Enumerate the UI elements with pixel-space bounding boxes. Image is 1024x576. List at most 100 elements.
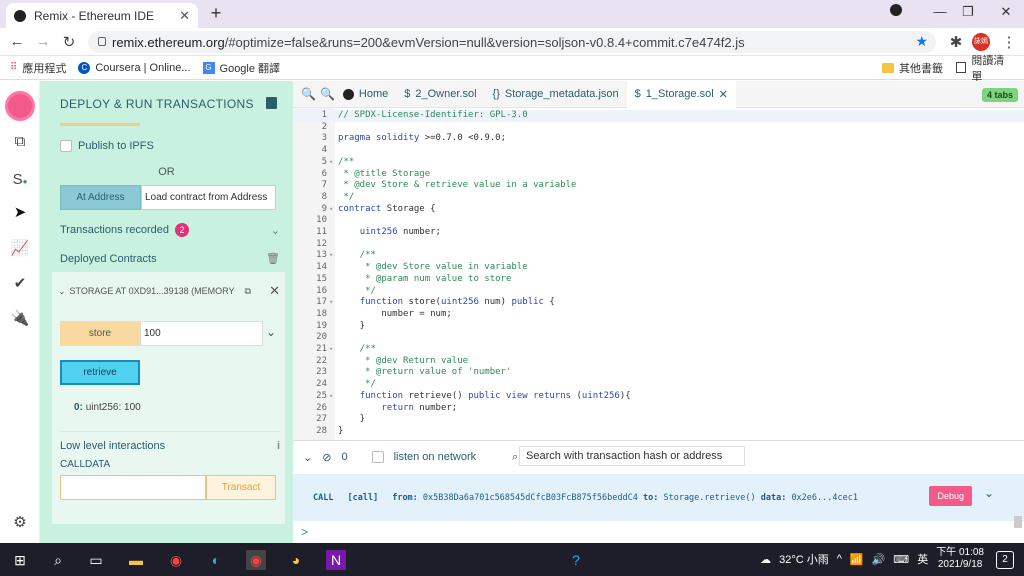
fold-toggle-icon[interactable]: ▾	[329, 344, 337, 356]
fold-toggle-icon[interactable]: ▾	[329, 297, 337, 309]
code-line[interactable]: 15 * @param num value to store	[293, 274, 1024, 286]
input-language[interactable]: 英	[917, 551, 928, 567]
reload-button[interactable]: ↻	[60, 33, 78, 51]
bookmark-google-translate[interactable]: G Google 翻譯	[202, 60, 280, 76]
minimize-window-icon[interactable]: —	[930, 4, 950, 19]
transactions-recorded-section[interactable]: Transactions recorded 2 ⌄	[60, 223, 280, 237]
chevron-down-icon[interactable]: ⌄	[266, 325, 276, 339]
tabs-count-dropdown[interactable]: 4 tabs	[981, 88, 1018, 102]
terminal-log-entry[interactable]: CALL [call] from: 0x5B38Da6a701c568545dC…	[293, 474, 1024, 521]
at-address-button[interactable]: At Address	[60, 185, 141, 210]
windows-start-icon[interactable]: ⊞	[10, 550, 30, 570]
task-view-icon[interactable]: ▭	[86, 550, 106, 570]
code-line[interactable]: 21 ▾ /**	[293, 344, 1024, 356]
documentation-icon[interactable]	[266, 97, 277, 109]
chevron-down-icon[interactable]: ⌄	[271, 224, 280, 237]
store-input[interactable]: 100	[140, 321, 263, 346]
editor-tab-metadata[interactable]: {} Storage_metadata.json	[485, 81, 627, 108]
file-explorer-taskbar-icon[interactable]: ▬	[126, 550, 146, 570]
zoom-out-icon[interactable]: 🔍	[301, 87, 316, 101]
contract-header[interactable]: ⌄ STORAGE AT 0XD91...39138 (MEMORY ⧉ ✕	[58, 283, 280, 299]
app-taskbar-icon[interactable]: ◕	[286, 550, 306, 570]
code-line[interactable]: 22 * @dev Return value	[293, 356, 1024, 368]
notifications-icon[interactable]: 2	[996, 551, 1014, 569]
solidity-compiler-icon[interactable]: S●	[10, 171, 30, 191]
code-line[interactable]: 18 number = num;	[293, 309, 1024, 321]
bookmark-other[interactable]: 其他書籤	[882, 60, 943, 76]
code-line[interactable]: 26 return number;	[293, 403, 1024, 415]
retrieve-button[interactable]: retrieve	[60, 360, 140, 385]
close-window-icon[interactable]: ✕	[996, 4, 1016, 20]
editor-tab-storage[interactable]: $ 1_Storage.sol ✕	[626, 80, 736, 108]
close-icon[interactable]: ✕	[269, 283, 280, 299]
code-editor[interactable]: 1 // SPDX-License-Identifier: GPL-3.0 2 3 pr…	[293, 108, 1024, 440]
testing-icon[interactable]: ✔	[10, 274, 30, 294]
editor-tab-home[interactable]: Home	[335, 81, 396, 108]
code-line[interactable]: 6 * @title Storage	[293, 169, 1024, 181]
transact-button[interactable]: Transact	[206, 475, 276, 500]
deploy-run-icon[interactable]: ➤	[10, 203, 30, 223]
zoom-in-icon[interactable]: 🔍	[320, 87, 335, 101]
forward-button[interactable]: →	[34, 33, 52, 50]
code-line[interactable]: 9 ▾ contract Storage {	[293, 204, 1024, 216]
browser-menu-icon[interactable]: ⋮	[1000, 33, 1018, 51]
keyboard-icon[interactable]: ⌨	[893, 553, 909, 566]
browser-tab[interactable]: Remix - Ethereum IDE ✕	[6, 3, 198, 28]
chevron-down-icon[interactable]: ⌄	[58, 286, 66, 297]
restore-window-icon[interactable]: ❐	[958, 4, 978, 20]
code-line[interactable]: 10	[293, 215, 1024, 227]
load-contract-input[interactable]: Load contract from Address	[141, 185, 276, 210]
help-taskbar-icon[interactable]: ?	[566, 550, 586, 570]
trash-icon[interactable]: 🗑	[266, 252, 280, 265]
code-line[interactable]: 16 */	[293, 286, 1024, 298]
chevron-down-icon[interactable]: ⌄	[984, 486, 994, 500]
clear-console-icon[interactable]: ⊘	[322, 451, 331, 464]
remix-logo-icon[interactable]	[5, 91, 35, 121]
code-line[interactable]: 5 ▾/**	[293, 157, 1024, 169]
url-bar[interactable]: remix.ethereum.org/#optimize=false&runs=…	[88, 31, 936, 53]
info-icon[interactable]: i	[277, 440, 280, 452]
code-line[interactable]: 20	[293, 332, 1024, 344]
fold-toggle-icon[interactable]: ▾	[329, 250, 337, 262]
fold-toggle-icon[interactable]: ▾	[329, 157, 337, 169]
bookmark-reading-list[interactable]: 閱讀清單	[956, 52, 1012, 84]
code-line[interactable]: 25 ▾ function retrieve() public view retu…	[293, 391, 1024, 403]
profile-menu-icon[interactable]	[886, 4, 906, 19]
bookmark-star-icon[interactable]: ★	[915, 33, 928, 50]
plugin-manager-icon[interactable]: 🔌	[10, 309, 30, 329]
chrome-active-taskbar-icon[interactable]: ◉	[246, 550, 266, 570]
terminal-search-input[interactable]: Search with transaction hash or address	[519, 446, 745, 466]
code-line[interactable]: 12	[293, 239, 1024, 251]
search-icon[interactable]: ⌕	[48, 550, 68, 570]
code-line[interactable]: 1 // SPDX-License-Identifier: GPL-3.0	[293, 110, 1024, 122]
code-line[interactable]: 4	[293, 145, 1024, 157]
copy-icon[interactable]: ⧉	[244, 286, 250, 297]
store-button[interactable]: store	[60, 321, 140, 346]
back-button[interactable]: ←	[8, 33, 26, 50]
fold-toggle-icon[interactable]: ▾	[329, 391, 337, 403]
extensions-icon[interactable]: ✱	[947, 33, 965, 51]
code-line[interactable]: 3 pragma solidity >=0.7.0 <0.9.0;	[293, 133, 1024, 145]
toggle-terminal-icon[interactable]: ⌄	[303, 451, 312, 464]
code-line[interactable]: 8 */	[293, 192, 1024, 204]
weather-text[interactable]: 32°C 小雨	[779, 551, 829, 567]
listen-network-checkbox[interactable]	[371, 451, 384, 463]
clock[interactable]: 下午 01:08 2021/9/18	[936, 547, 984, 571]
code-line[interactable]: 28}	[293, 426, 1024, 438]
chrome-taskbar-icon[interactable]: ◉	[166, 550, 186, 570]
file-explorer-icon[interactable]: ⧉	[10, 133, 30, 153]
fold-toggle-icon[interactable]: ▾	[329, 204, 337, 216]
settings-gear-icon[interactable]: ⚙	[10, 513, 30, 533]
profile-avatar[interactable]: 詠嫣	[972, 33, 990, 51]
code-line[interactable]: 27 }	[293, 414, 1024, 426]
publish-ipfs-option[interactable]: Publish to IPFS	[60, 140, 154, 152]
tray-overflow-icon[interactable]: ^	[837, 553, 842, 565]
code-line[interactable]: 19 }	[293, 321, 1024, 333]
volume-icon[interactable]: 🔊	[872, 553, 886, 566]
analysis-icon[interactable]: 📈	[10, 239, 30, 259]
network-icon[interactable]: 📶	[850, 553, 864, 566]
onenote-taskbar-icon[interactable]: N	[326, 550, 346, 570]
new-tab-button[interactable]: +	[206, 4, 226, 24]
terminal-scrollbar[interactable]	[1014, 516, 1022, 528]
code-line[interactable]: 24 */	[293, 379, 1024, 391]
